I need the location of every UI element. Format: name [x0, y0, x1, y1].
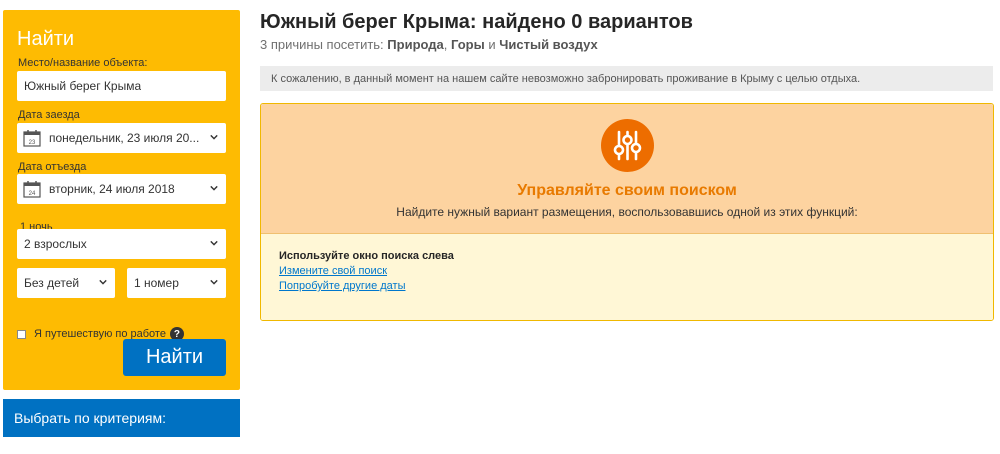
children-select[interactable]: Без детей	[17, 268, 115, 298]
notice-text: К сожалению, в данный момент на нашем са…	[271, 72, 861, 85]
destination-input[interactable]: Южный берег Крыма	[17, 71, 226, 101]
reasons-line: 3 причины посетить: Природа, Горы и Чист…	[260, 37, 598, 52]
search-panel: Найти Место/название объекта: Южный бере…	[3, 10, 240, 390]
reasons-prefix: 3 причины посетить:	[260, 37, 384, 52]
checkout-date-field[interactable]: 24 вторник, 24 июля 2018	[17, 174, 226, 204]
search-button[interactable]: Найти	[123, 339, 226, 376]
chevron-down-icon	[99, 279, 107, 285]
try-other-dates-link[interactable]: Попробуйте другие даты	[279, 280, 406, 292]
children-value: Без детей	[24, 276, 80, 290]
chevron-down-icon	[210, 185, 218, 191]
chevron-down-icon	[210, 240, 218, 246]
manage-header: Управляйте своим поиском Найдите нужный …	[261, 104, 993, 234]
criteria-label: Выбрать по критериям:	[14, 410, 167, 426]
checkout-label: Дата отъезда	[18, 161, 87, 173]
work-trip-checkbox[interactable]	[17, 329, 26, 339]
search-title: Найти	[17, 28, 75, 50]
checkin-label: Дата заезда	[18, 109, 80, 121]
manage-subtitle: Найдите нужный вариант размещения, воспо…	[396, 205, 858, 219]
filter-by-criteria-bar[interactable]: Выбрать по критериям:	[3, 399, 240, 437]
reason-separator: и	[488, 37, 496, 52]
checkin-date-field[interactable]: 23 понедельник, 23 июля 20...	[17, 123, 226, 153]
destination-label: Место/название объекта:	[18, 57, 148, 69]
manage-title: Управляйте своим поиском	[517, 182, 737, 199]
chevron-down-icon	[210, 279, 218, 285]
destination-value: Южный берег Крыма	[24, 79, 142, 93]
checkin-day: 23	[29, 140, 36, 146]
rooms-value: 1 номер	[134, 276, 179, 290]
chevron-down-icon	[210, 134, 218, 140]
sliders-icon	[601, 119, 654, 172]
checkout-value: вторник, 24 июля 2018	[49, 182, 175, 196]
unavailable-notice: К сожалению, в данный момент на нашем са…	[260, 66, 993, 91]
tip-title: Используйте окно поиска слева	[279, 250, 454, 262]
reason-nature: Природа	[387, 37, 444, 52]
checkout-day: 24	[29, 191, 36, 197]
rooms-select[interactable]: 1 номер	[127, 268, 226, 298]
manage-tips: Используйте окно поиска слева Измените с…	[261, 234, 993, 320]
calendar-icon: 24	[23, 181, 41, 198]
reason-clean-air: Чистый воздух	[499, 37, 598, 52]
adults-value: 2 взрослых	[24, 237, 87, 251]
calendar-icon: 23	[23, 130, 41, 147]
manage-search-box: Управляйте своим поиском Найдите нужный …	[260, 103, 994, 321]
change-search-link[interactable]: Измените свой поиск	[279, 265, 387, 277]
reason-mountains: Горы	[451, 37, 485, 52]
checkin-value: понедельник, 23 июля 20...	[49, 131, 200, 145]
page-title: Южный берег Крыма: найдено 0 вариантов	[260, 11, 693, 33]
adults-select[interactable]: 2 взрослых	[17, 229, 226, 259]
reason-separator: ,	[443, 37, 448, 52]
